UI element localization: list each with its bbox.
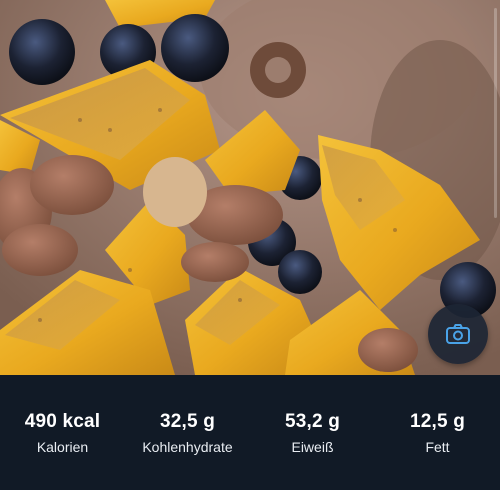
- fat-label: Fett: [425, 438, 450, 455]
- camera-icon: [446, 324, 470, 344]
- protein-label: Eiweiß: [291, 438, 334, 455]
- carbs-stat: 32,5 g Kohlenhydrate: [125, 411, 250, 455]
- fat-value: 12,5 g: [409, 410, 466, 432]
- meal-detail-screen: 490 kcal Kalorien 32,5 g Kohlenhydrate 5…: [0, 0, 500, 490]
- protein-stat: 53,2 g Eiweiß: [250, 411, 375, 455]
- fat-stat: 12,5 g Fett: [375, 411, 500, 455]
- meal-photo: [0, 0, 500, 375]
- photo-scrollbar[interactable]: [494, 8, 497, 218]
- meal-photo-illustration: [0, 0, 500, 375]
- protein-value: 53,2 g: [284, 410, 341, 432]
- calories-label: Kalorien: [36, 438, 89, 455]
- nutrition-summary-bar: 490 kcal Kalorien 32,5 g Kohlenhydrate 5…: [0, 375, 500, 490]
- carbs-value: 32,5 g: [159, 410, 216, 432]
- carbs-label: Kohlenhydrate: [142, 438, 233, 455]
- calories-stat: 490 kcal Kalorien: [0, 411, 125, 455]
- calories-value: 490 kcal: [24, 410, 101, 432]
- camera-button[interactable]: [428, 304, 488, 364]
